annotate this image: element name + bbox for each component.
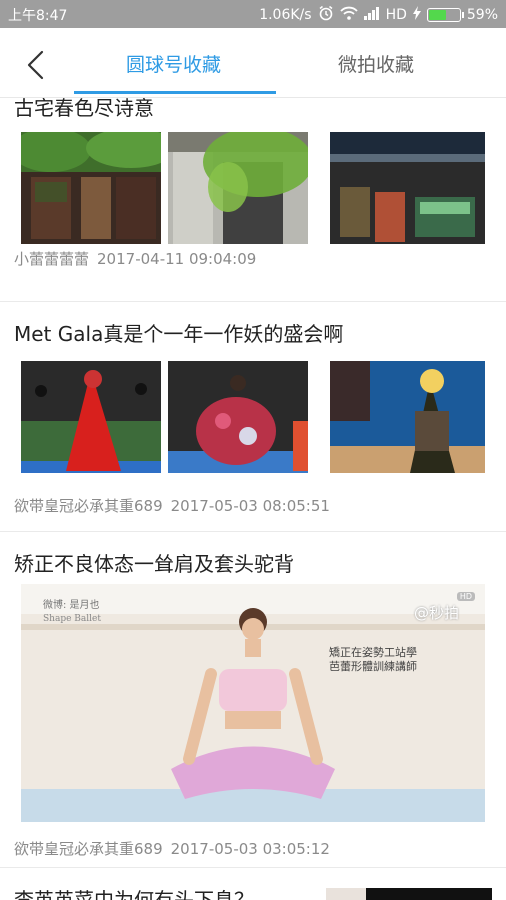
back-button[interactable] [22, 48, 52, 82]
active-tab-indicator [74, 91, 276, 94]
alarm-icon [318, 5, 334, 25]
post-thumbnail[interactable] [168, 132, 308, 244]
post-thumbnail[interactable] [330, 361, 485, 473]
status-bar: 上午8:47 1.06K/s HD 59% [0, 0, 506, 28]
post-time: 2017-05-03 03:05:12 [170, 840, 330, 858]
list-item[interactable]: 李英英菜中为何有头下息？ [0, 868, 506, 900]
battery-icon [426, 8, 464, 22]
battery-fill [428, 10, 446, 20]
post-time: 2017-04-11 09:04:09 [97, 250, 257, 268]
list-item[interactable]: Met Gala真是个一年一作妖的盛会啊 欲带皇冠必承其重689 2017-05… [0, 302, 506, 532]
tab-weipai-favorites[interactable]: 微拍收藏 [338, 50, 414, 77]
wifi-icon [339, 6, 358, 24]
post-meta: 欲带皇冠必承其重689 2017-05-03 03:05:12 [14, 838, 330, 859]
list-item[interactable]: 古宅春色尽诗意 小蕾蕾蕾蕾 2017-04-11 09:04:09 [0, 98, 506, 302]
video-overlay-line-2: 芭蕾形體訓練講師 [329, 660, 417, 673]
charging-icon [412, 6, 421, 24]
post-meta: 小蕾蕾蕾蕾 2017-04-11 09:04:09 [14, 248, 256, 269]
post-author[interactable]: 欲带皇冠必承其重689 [14, 497, 163, 515]
video-watermark-author: 微博: 是月也 [43, 600, 100, 611]
post-title: Met Gala真是个一年一作妖的盛会啊 [14, 322, 344, 346]
network-type: HD [385, 7, 407, 23]
post-author[interactable]: 欲带皇冠必承其重689 [14, 840, 163, 858]
header-bar: 圆球号收藏 微拍收藏 [0, 28, 506, 98]
post-title: 矫正不良体态一耸肩及套头驼背 [14, 552, 294, 576]
hd-badge: HD [456, 592, 475, 601]
post-thumbnail[interactable] [168, 361, 308, 473]
post-thumbnail[interactable] [326, 888, 492, 900]
tab-yuanqiu-favorites[interactable]: 圆球号收藏 [126, 50, 221, 77]
chevron-left-icon [27, 50, 44, 80]
signal-icon [363, 6, 380, 24]
video-watermark-miaopai: @秒拍 [413, 604, 459, 622]
video-watermark-studio: Shape Ballet [43, 614, 101, 624]
battery-percent: 59% [466, 7, 498, 23]
post-time: 2017-05-03 08:05:51 [170, 497, 330, 515]
post-title: 李英英菜中为何有头下息？ [14, 888, 254, 900]
network-speed: 1.06K/s [259, 7, 312, 23]
post-meta: 欲带皇冠必承其重689 2017-05-03 08:05:51 [14, 495, 330, 516]
post-thumbnail[interactable] [21, 132, 161, 244]
status-time: 上午8:47 [8, 8, 68, 24]
post-title: 古宅春色尽诗意 [14, 98, 154, 120]
list-item[interactable]: 矫正不良体态一耸肩及套头驼背 微博: 是月也 Shape Ballet @秒拍 [0, 532, 506, 868]
post-author[interactable]: 小蕾蕾蕾蕾 [14, 250, 89, 268]
favorites-feed[interactable]: 古宅春色尽诗意 小蕾蕾蕾蕾 2017-04-11 09:04:09 Met Ga… [0, 98, 506, 900]
post-video-thumbnail[interactable]: 微博: 是月也 Shape Ballet @秒拍 HD 矯正在姿勢工站學 芭蕾形… [21, 584, 485, 822]
post-thumbnail[interactable] [330, 132, 485, 244]
post-thumbnail[interactable] [21, 361, 161, 473]
status-indicators: 1.06K/s HD 59% [259, 5, 498, 25]
